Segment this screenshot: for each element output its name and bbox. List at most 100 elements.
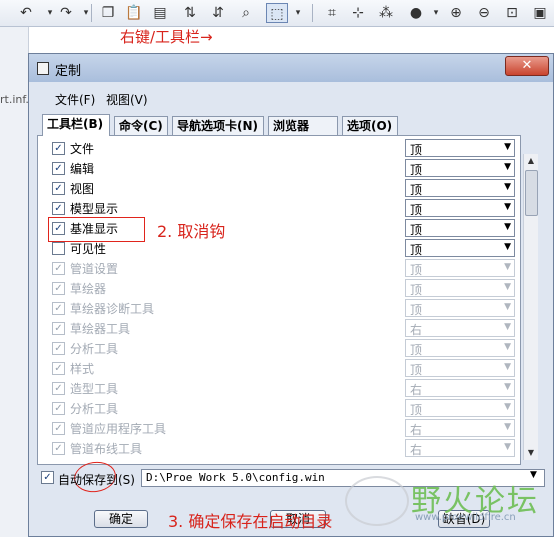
scroll-thumb[interactable] — [525, 170, 538, 216]
position-value: 顶 — [410, 343, 423, 357]
chevron-down-icon: ▼ — [504, 402, 511, 412]
chevron-down-icon: ▼ — [504, 162, 511, 172]
refit-icon[interactable]: ⊡ — [502, 3, 522, 23]
toolbar-checkbox[interactable] — [52, 242, 65, 255]
shading-sphere-icon[interactable]: ● — [406, 3, 426, 23]
position-value: 右 — [410, 383, 423, 397]
chevron-down-icon: ▼ — [504, 202, 511, 212]
datum-point-icon[interactable]: ⁂ — [376, 3, 396, 23]
zoom-out-icon[interactable]: ⊖ — [474, 3, 494, 23]
toolbar-checkbox: ✓ — [52, 342, 65, 355]
tab-navigator[interactable]: 导航选项卡(N) — [172, 116, 264, 135]
toolbar-checkbox: ✓ — [52, 442, 65, 455]
position-value: 右 — [410, 423, 423, 437]
position-dropdown[interactable]: 顶 ▼ — [405, 219, 515, 237]
toolbar-row[interactable]: ✓ 编辑顶 ▼ — [52, 159, 515, 179]
toolbar-row[interactable]: ✓ 文件 顶 ▼ — [52, 139, 515, 159]
chevron-down-icon: ▼ — [504, 442, 511, 452]
position-value: 顶 — [410, 243, 423, 257]
toolbar-checkbox: ✓ — [52, 322, 65, 335]
datum-axis-icon[interactable]: ⊹ — [348, 3, 368, 23]
toolbar-row[interactable]: ✓ 分析工具顶 ▼ — [52, 399, 515, 419]
paste-special-icon[interactable]: ▤ — [150, 3, 170, 23]
toolbar-row[interactable]: ✓ 管道应用程序工具右 ▼ — [52, 419, 515, 439]
position-value: 顶 — [410, 183, 423, 197]
autosave-checkbox[interactable]: ✓ — [41, 471, 54, 484]
undo-icon[interactable]: ↶ — [16, 3, 36, 23]
redo-dropdown-icon[interactable]: ▾ — [76, 3, 96, 23]
chevron-down-icon: ▼ — [504, 182, 511, 192]
toolbar-checkbox[interactable]: ✓ — [52, 142, 65, 155]
chevron-down-icon: ▼ — [504, 222, 511, 232]
regenerate-icon[interactable]: ⇅ — [180, 3, 200, 23]
scroll-up-icon[interactable]: ▲ — [524, 154, 538, 168]
dialog-titlebar[interactable]: 定制 ✕ — [29, 54, 553, 82]
toolbar-row[interactable]: ✓ 样式顶 ▼ — [52, 359, 515, 379]
chevron-down-icon: ▼ — [504, 362, 511, 372]
toolbar-row[interactable]: ✓ 草绘器诊断工具顶 ▼ — [52, 299, 515, 319]
toolbar-label: 文件 — [70, 142, 95, 156]
find-icon[interactable]: ⌕ — [236, 3, 256, 23]
paste-icon[interactable]: 📋 — [124, 3, 144, 23]
flame-logo-icon — [345, 476, 409, 526]
position-dropdown[interactable]: 顶 ▼ — [405, 179, 515, 197]
position-dropdown[interactable]: 顶 ▼ — [405, 199, 515, 217]
graph-icon[interactable]: ⌗ — [322, 3, 342, 23]
autosave-label: 自动保存到(S) — [58, 473, 135, 487]
main-toolbar: ↶ ▾ ↷ ▾ ❐ 📋 ▤ ⇅ ⇵ ⌕ ⬚ ▾ ⌗ ⊹ ⁂ ● ▾ ⊕ ⊖ ⊡ … — [0, 0, 554, 27]
toolbar-separator — [91, 4, 92, 22]
position-dropdown: 顶 ▼ — [405, 279, 515, 297]
position-dropdown[interactable]: 顶 ▼ — [405, 159, 515, 177]
redo-icon[interactable]: ↷ — [56, 3, 76, 23]
toolbar-checkbox[interactable]: ✓ — [52, 162, 65, 175]
toolbar-label: 模型显示 — [70, 202, 119, 216]
toolbar-label: 分析工具 — [70, 342, 119, 356]
menu-file[interactable]: 文件(F) — [55, 91, 95, 108]
shading-dropdown-icon[interactable]: ▾ — [426, 3, 446, 23]
toolbar-checkbox: ✓ — [52, 282, 65, 295]
toolbar-row[interactable]: ✓ 草绘器顶 ▼ — [52, 279, 515, 299]
tab-options[interactable]: 选项(O) — [342, 116, 398, 135]
regenerate-manager-icon[interactable]: ⇵ — [208, 3, 228, 23]
toolbar-row[interactable]: ✓ 草绘器工具右 ▼ — [52, 319, 515, 339]
zoom-in-icon[interactable]: ⊕ — [446, 3, 466, 23]
close-button[interactable]: ✕ — [505, 56, 549, 76]
toolbar-label: 草绘器诊断工具 — [70, 302, 155, 316]
toolbar-checkbox: ✓ — [52, 402, 65, 415]
ok-button[interactable]: 确定 — [94, 510, 148, 528]
select-box-icon[interactable]: ⬚ — [266, 3, 288, 23]
toolbar-row[interactable]: ✓ 管道设置顶 ▼ — [52, 259, 515, 279]
toolbar-label: 视图 — [70, 182, 95, 196]
toolbar-checkbox: ✓ — [52, 262, 65, 275]
toolbar-row[interactable]: ✓ 视图顶 ▼ — [52, 179, 515, 199]
tab-browser[interactable]: 浏览器(W) — [268, 116, 338, 152]
toolbar-label: 样式 — [70, 362, 95, 376]
toolbar-row[interactable]: ✓ 管道布线工具右 ▼ — [52, 439, 515, 459]
tab-toolbars[interactable]: 工具栏(B) — [42, 114, 110, 136]
position-dropdown[interactable]: 顶 ▼ — [405, 239, 515, 257]
position-dropdown: 右 ▼ — [405, 419, 515, 437]
toolbar-row[interactable]: 可见性顶 ▼ — [52, 239, 515, 259]
forum-watermark: 野火论坛 www.proewildfire.cn — [345, 468, 554, 537]
toolbar-label: 管道应用程序工具 — [70, 422, 167, 436]
position-dropdown[interactable]: 顶 ▼ — [405, 139, 515, 157]
list-scrollbar[interactable]: ▲ ▼ — [523, 154, 538, 460]
position-dropdown: 顶 ▼ — [405, 399, 515, 417]
toolbar-checkbox: ✓ — [52, 362, 65, 375]
menu-view[interactable]: 视图(V) — [106, 91, 148, 108]
scroll-down-icon[interactable]: ▼ — [524, 446, 538, 460]
toolbar-checkbox[interactable]: ✓ — [52, 202, 65, 215]
chevron-down-icon: ▼ — [504, 322, 511, 332]
chevron-down-icon: ▼ — [504, 282, 511, 292]
copy-icon[interactable]: ❐ — [98, 3, 118, 23]
toolbar-row[interactable]: ✓ 分析工具顶 ▼ — [52, 339, 515, 359]
position-value: 顶 — [410, 283, 423, 297]
toolbar-row[interactable]: ✓ 模型显示 顶 ▼ — [52, 199, 515, 219]
toolbar-checkbox[interactable]: ✓ — [52, 182, 65, 195]
position-value: 右 — [410, 323, 423, 337]
position-dropdown: 右 ▼ — [405, 439, 515, 457]
tab-commands[interactable]: 命令(C) — [114, 116, 168, 135]
repaint-icon[interactable]: ▣ — [530, 3, 550, 23]
toolbar-row[interactable]: ✓ 造型工具右 ▼ — [52, 379, 515, 399]
select-dropdown-icon[interactable]: ▾ — [288, 3, 308, 23]
